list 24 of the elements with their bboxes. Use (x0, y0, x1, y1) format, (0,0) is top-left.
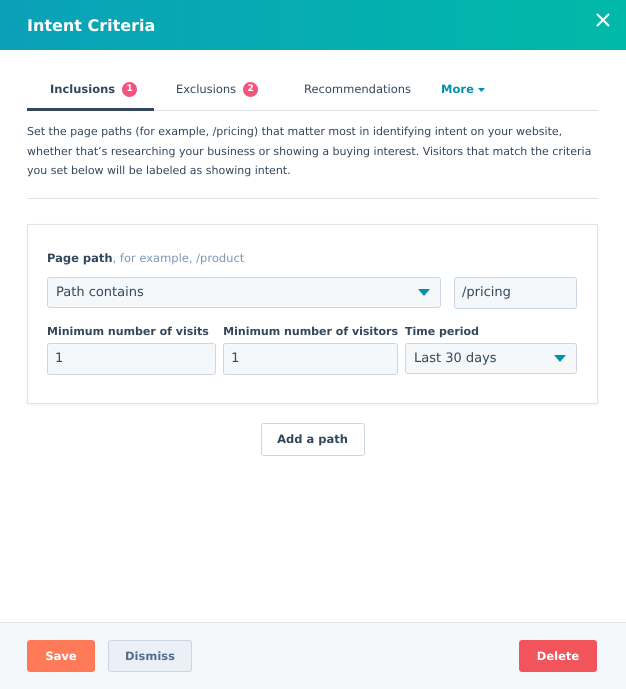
count-badge: 2 (243, 82, 258, 97)
dismiss-button[interactable]: Dismiss (108, 640, 192, 672)
select-field[interactable]: Path contains (47, 276, 441, 308)
tab[interactable]: Inclusions 1 (27, 78, 154, 111)
input-field[interactable]: 1 (47, 342, 216, 374)
more-dropdown[interactable]: More (421, 78, 548, 111)
input-field[interactable]: 1 (223, 342, 398, 374)
select-field[interactable]: Last 30 days (405, 342, 577, 374)
caret-icon (554, 354, 566, 362)
description-text: Set the page paths (for example, /pricing) that matter most in identifying intent on your website, whether that’s researching your business or showing a buying interest. Visitors that match the criteria you set below will be labeled as showing intent. (27, 124, 592, 179)
field-label: Page path (47, 250, 113, 264)
input-field[interactable]: /pricing (454, 276, 577, 308)
field-label: Minimum number of visits (47, 324, 210, 338)
caret-icon (478, 88, 485, 92)
close-icon[interactable] (596, 13, 610, 27)
tab[interactable]: Recommendations (281, 78, 422, 111)
tab[interactable]: Exclusions 2 (154, 78, 281, 111)
count-badge: 1 (122, 82, 138, 97)
field-hint: , for example, /product (112, 250, 244, 264)
caret-icon (418, 288, 430, 296)
dialog-title: Intent Criteria (27, 16, 156, 34)
add-path-button[interactable]: Add a path (260, 422, 364, 456)
field-label: Time period (405, 324, 480, 338)
field-label: Minimum number of visitors (223, 324, 398, 338)
